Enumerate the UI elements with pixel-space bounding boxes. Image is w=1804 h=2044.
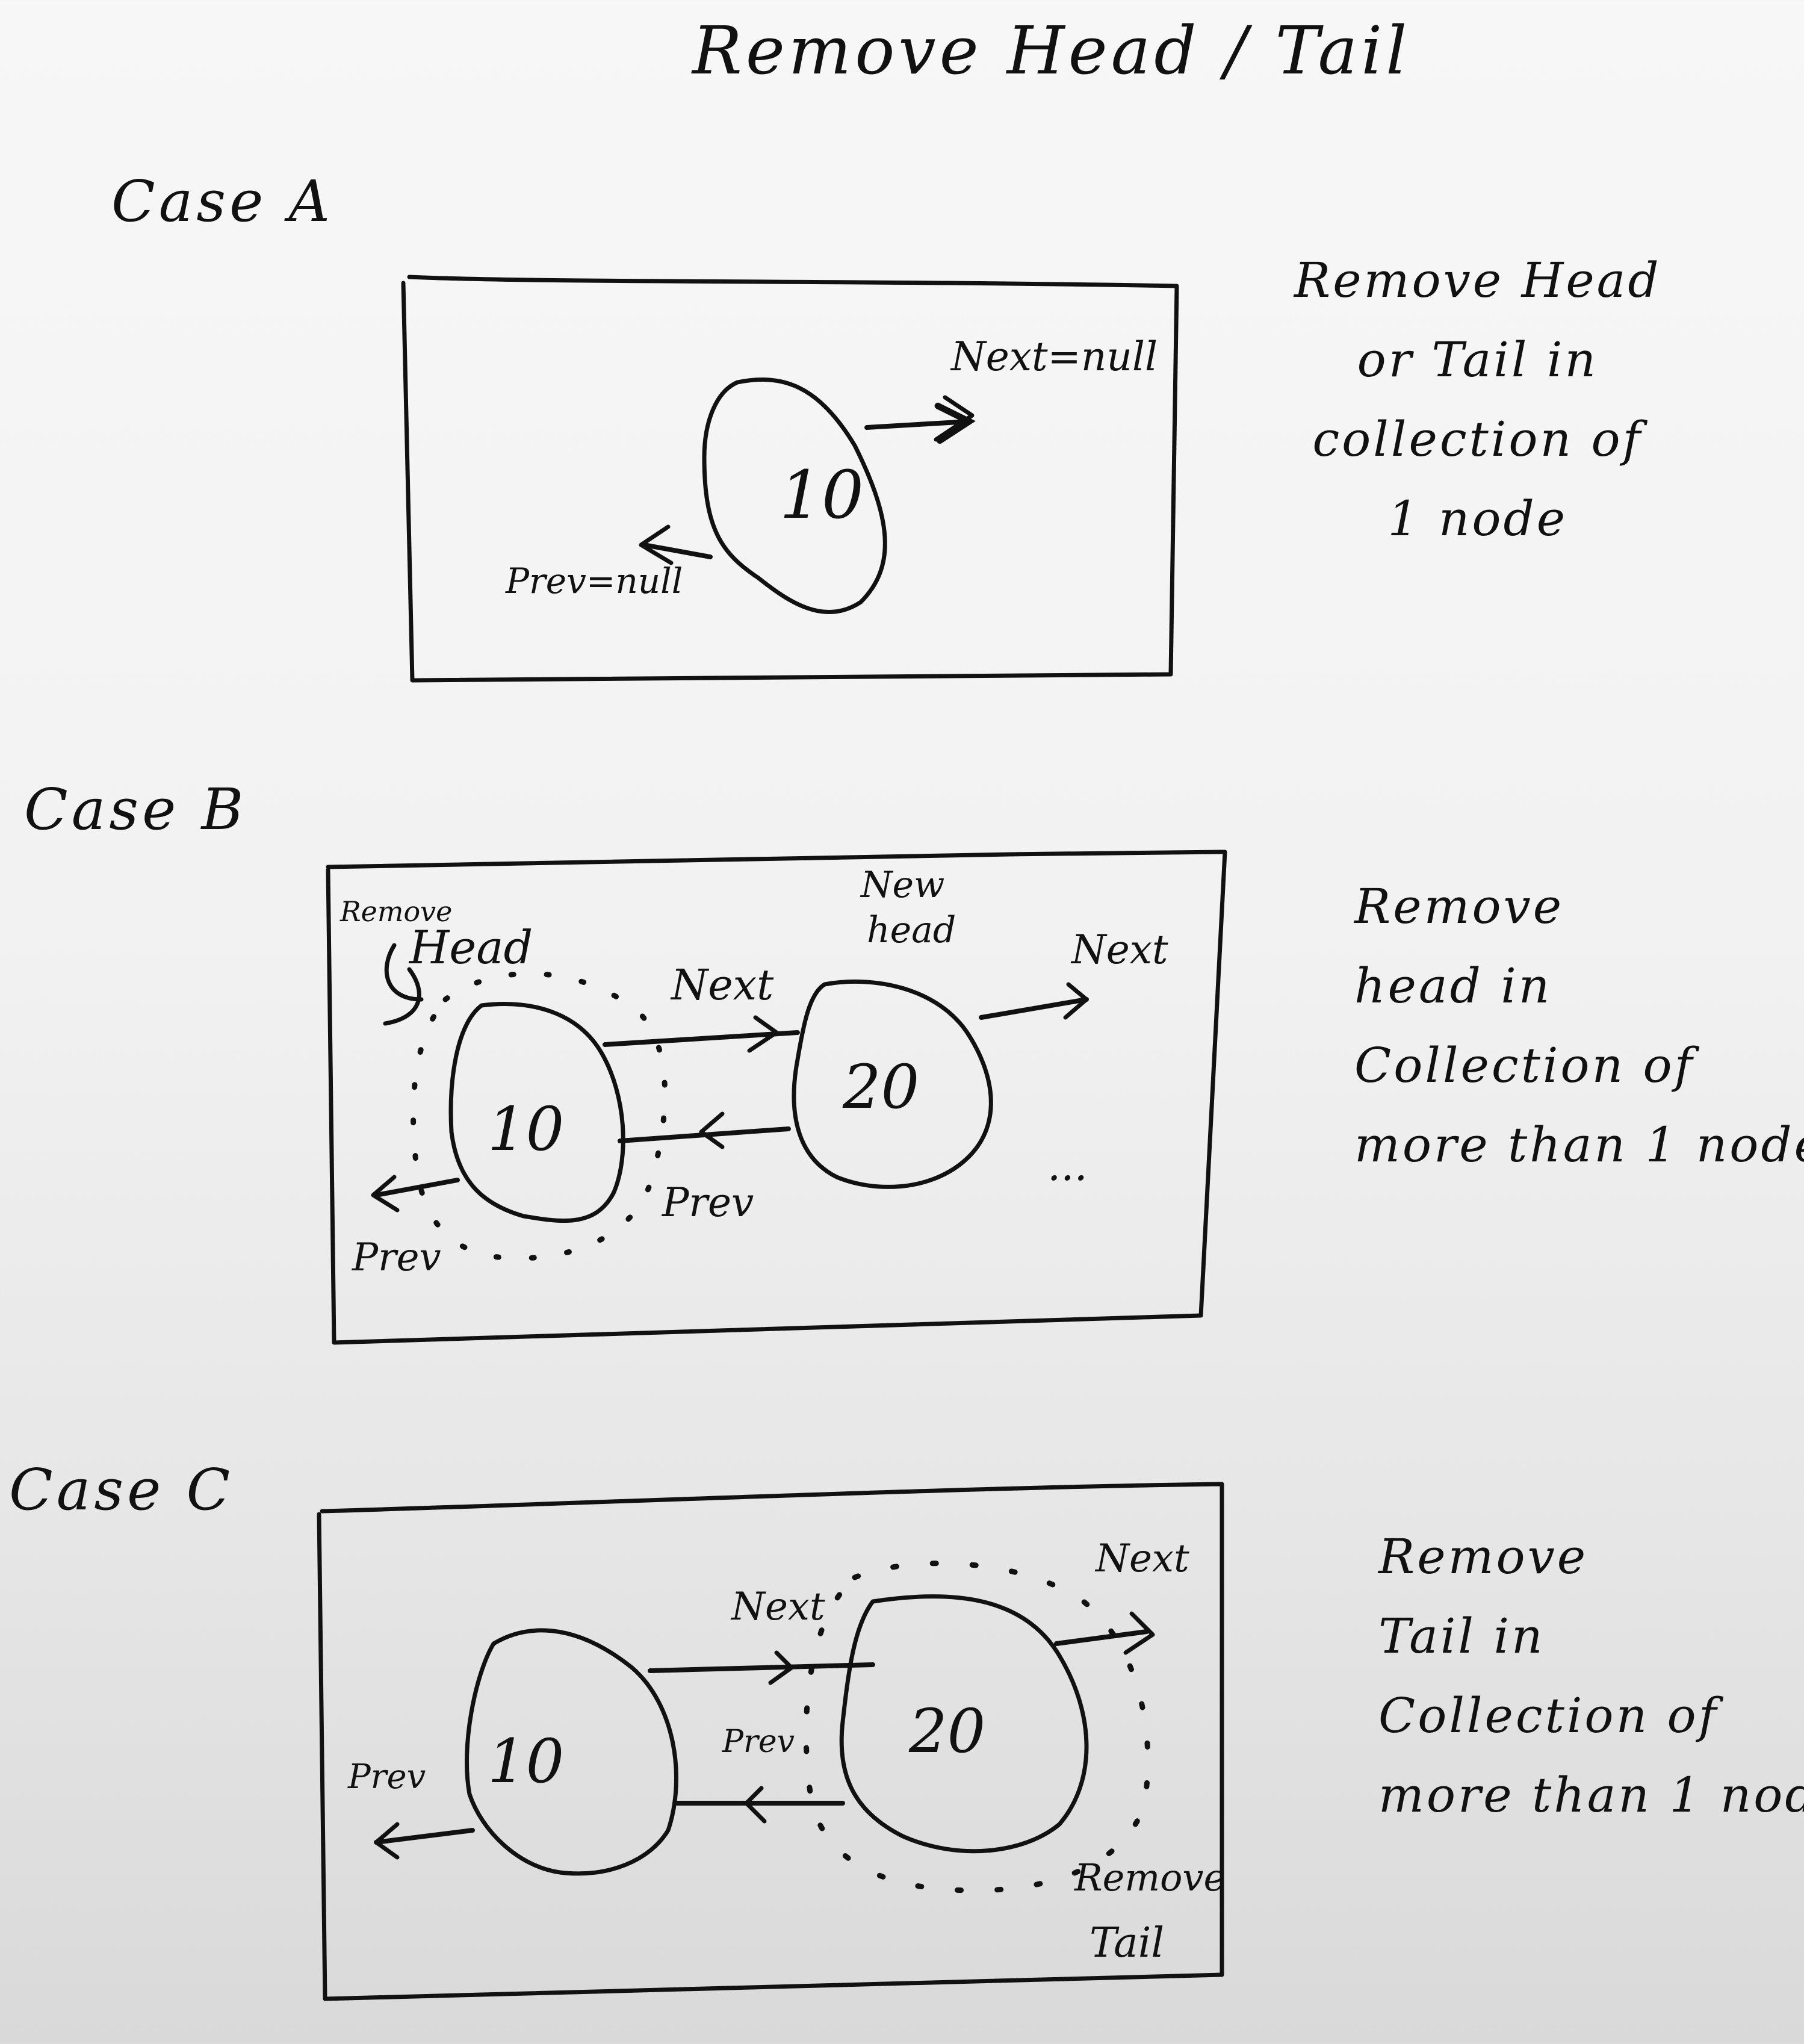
case-b-new-label: New — [860, 864, 944, 906]
case-a-prev-label: Prev=null — [505, 561, 683, 601]
case-c-node-20-value: 20 — [908, 1696, 985, 1766]
case-a-next-arrowhead-icon — [934, 395, 975, 442]
case-c-prev-between-label: Prev — [722, 1724, 795, 1760]
case-b-head-new-label: head — [867, 909, 956, 951]
case-c-next-between-label: Next — [730, 1585, 825, 1629]
case-c-next-out — [1054, 1629, 1149, 1646]
case-c-node-10-value: 10 — [488, 1726, 564, 1797]
case-c-next-out-label: Next — [1094, 1536, 1189, 1581]
case-c-next-link — [648, 1662, 875, 1673]
case-a-node-10-value: 10 — [780, 456, 864, 533]
case-c-prev-out-label: Prev — [347, 1757, 426, 1797]
case-b-prev-between-label: Prev — [662, 1179, 754, 1226]
case-c-tail-label: Tail — [1090, 1919, 1164, 1967]
case-b-node-10-value: 10 — [488, 1094, 564, 1164]
case-b-next-between-label: Next — [670, 960, 774, 1010]
case-b-head-label: Head — [408, 921, 533, 974]
case-c-remove-label: Remove — [1074, 1856, 1226, 1900]
case-b-next-out-label: Next — [1070, 927, 1168, 973]
case-b-continuation-ellipsis: ... — [1047, 1141, 1088, 1190]
case-b-prev-out-label: Prev — [352, 1235, 441, 1280]
case-b-node-20-value: 20 — [842, 1052, 919, 1122]
case-b-prev-arrowhead-icon — [699, 1111, 725, 1149]
case-a-next-label: Next=null — [950, 334, 1158, 380]
diagram-canvas: 10 Next=null Prev=null Remove Head New h… — [317, 275, 1227, 2001]
